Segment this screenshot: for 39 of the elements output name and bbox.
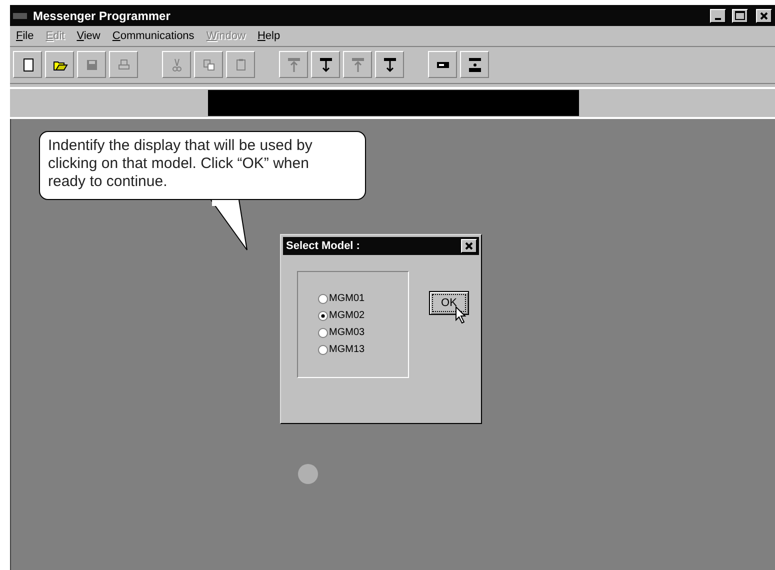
ok-button[interactable]: OK xyxy=(429,291,469,315)
menu-item[interactable]: Help xyxy=(257,30,280,42)
maximize-icon xyxy=(735,11,745,20)
radio-label[interactable]: MGM03 xyxy=(329,327,365,338)
pointer-icon xyxy=(455,306,467,324)
app-icon xyxy=(13,12,27,18)
download-button[interactable] xyxy=(311,51,340,78)
radio-label[interactable]: MGM01 xyxy=(329,293,365,304)
radio-label[interactable]: MGM02 xyxy=(329,310,365,321)
menu-item[interactable]: File xyxy=(16,30,34,42)
display-query-icon xyxy=(466,56,482,72)
down-arrow-icon xyxy=(318,56,334,72)
open-button[interactable] xyxy=(45,51,74,78)
query-button[interactable] xyxy=(460,51,489,78)
radio-button[interactable] xyxy=(318,294,328,304)
printer-icon xyxy=(116,56,132,72)
radio-label[interactable]: MGM13 xyxy=(329,344,365,355)
minimize-button[interactable] xyxy=(710,8,726,22)
radio-button[interactable] xyxy=(318,328,328,338)
up-arrow-icon xyxy=(350,56,366,72)
close-icon xyxy=(465,242,473,250)
copy-icon xyxy=(200,56,216,72)
menu-item[interactable]: View xyxy=(76,30,100,42)
close-icon xyxy=(760,12,768,20)
menu-item[interactable]: Communications xyxy=(112,30,194,42)
radio-button[interactable] xyxy=(318,344,328,354)
download-button[interactable] xyxy=(375,51,404,78)
up-arrow-icon xyxy=(286,56,302,72)
maximize-button[interactable] xyxy=(732,8,748,22)
radio-button[interactable] xyxy=(318,310,328,320)
down-arrow-icon xyxy=(382,56,398,72)
display-button[interactable] xyxy=(428,51,457,78)
close-button[interactable] xyxy=(461,239,477,253)
circle-marker xyxy=(298,464,318,484)
dialog-title: Select Model : xyxy=(286,240,360,252)
close-button[interactable] xyxy=(756,8,772,22)
new-button[interactable] xyxy=(13,51,42,78)
window-title: Messenger Programmer xyxy=(33,8,172,22)
minimize-icon xyxy=(715,18,721,20)
